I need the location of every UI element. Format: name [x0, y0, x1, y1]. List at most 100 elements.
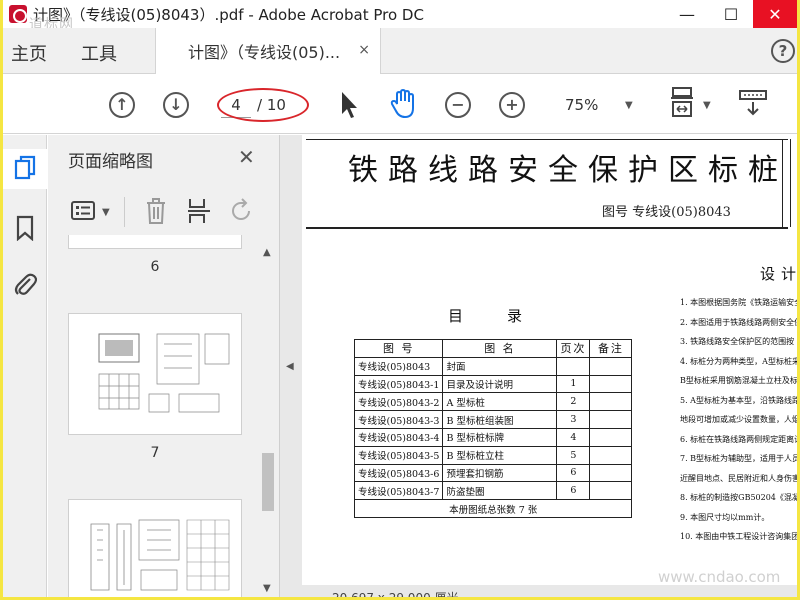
note-line: 地段可增加或减少设置数量，人烟: [680, 415, 797, 424]
thumbnail-list: 6 7: [48, 235, 280, 597]
table-cell: 目录及设计说明: [442, 374, 558, 394]
options-menu-icon[interactable]: [70, 199, 98, 223]
insert-page-icon[interactable]: [186, 197, 212, 225]
thumbnail-page-number: 6: [150, 259, 160, 275]
title-block-bottom-border: [306, 227, 788, 229]
previous-page-icon[interactable]: ↑: [109, 92, 135, 118]
note-line: 4. 标桩分为两种类型，A型标桩采用: [680, 356, 797, 366]
table-cell: [589, 374, 633, 394]
table-cell: [589, 410, 633, 429]
drawing-number: 图号 专线设(05)8043: [602, 205, 731, 220]
table-header-row: 图 号 图 名 页次 备注: [353, 339, 633, 358]
panel-title: 页面缩略图: [68, 152, 153, 172]
thumbnail-scrollbar[interactable]: ▲ ▼: [260, 243, 276, 597]
zoom-dropdown-chevron-icon[interactable]: ▼: [625, 100, 633, 111]
table-cell: B 型标桩标牌: [442, 427, 558, 447]
scroll-down-arrow-icon[interactable]: ▼: [263, 583, 271, 594]
panel-collapse-handle[interactable]: ◀: [280, 135, 302, 597]
thumbnail-page-8[interactable]: [68, 499, 242, 597]
options-chevron-down-icon[interactable]: ▼: [102, 207, 110, 218]
tab-home[interactable]: 主页: [11, 40, 47, 66]
toolbar-divider: [124, 197, 125, 227]
delete-trash-icon[interactable]: [144, 197, 168, 225]
title-block-divider: [782, 139, 783, 227]
note-line: B型标桩采用钢筋混凝土立柱及标: [680, 376, 797, 385]
title-block-side-cells: [790, 139, 797, 227]
navigation-rail: [3, 135, 47, 597]
table-footer-row: 本册图纸总张数 7 张: [353, 499, 633, 518]
table-cell: 专线设(05)8043-5: [353, 445, 444, 465]
acrobat-window: 计图》（专线设(05)8043）.pdf - Adobe Acrobat Pro…: [3, 0, 797, 597]
zoom-out-icon[interactable]: −: [445, 92, 471, 118]
column-header: 图 名: [442, 339, 558, 358]
note-line: 1. 本图根据国务院《铁路运输安全保: [680, 298, 797, 307]
table-cell: 5: [556, 445, 591, 465]
note-line: 10. 本图由中铁工程设计咨询集团有: [680, 532, 797, 541]
close-tab-icon[interactable]: ×: [358, 42, 370, 58]
contents-heading: 目录: [448, 307, 567, 325]
watermark-bottom: www.cndao.com: [658, 568, 781, 586]
collapse-left-arrow-icon[interactable]: ◀: [286, 361, 294, 372]
fit-dropdown-chevron-icon[interactable]: ▼: [703, 100, 711, 111]
attachments-paperclip-icon[interactable]: [13, 271, 37, 297]
table-row: 专线设(05)8043-5 B 型标桩立柱 5: [353, 445, 633, 465]
thumbnail-page-6[interactable]: [68, 235, 242, 249]
help-icon[interactable]: ?: [771, 39, 795, 63]
table-cell: 6: [556, 481, 591, 501]
zoom-level[interactable]: 75%: [565, 96, 598, 114]
note-line: 3. 铁路线路安全保护区的范围按《铁: [680, 337, 797, 346]
table-cell: 专线设(05)8043-4: [353, 427, 444, 447]
rotate-icon[interactable]: [228, 197, 254, 225]
fit-page-icon[interactable]: [669, 86, 697, 122]
zoom-in-icon[interactable]: +: [499, 92, 525, 118]
next-page-icon[interactable]: ↓: [163, 92, 189, 118]
table-row: 专线设(05)8043-1 目录及设计说明 1: [353, 374, 633, 394]
title-bar: 计图》（专线设(05)8043）.pdf - Adobe Acrobat Pro…: [3, 0, 797, 33]
table-cell: 封面: [442, 356, 558, 376]
tab-tools[interactable]: 工具: [81, 40, 117, 66]
table-cell: 专线设(05)8043-2: [353, 392, 444, 412]
note-line: 2. 本图适用于铁路线路两侧安全保护: [680, 317, 797, 327]
thumbnail-page-7[interactable]: [68, 313, 242, 435]
thumbnails-panel: 页面缩略图 ✕ ▼ 6 7 ▲ ▼: [48, 135, 280, 597]
close-panel-icon[interactable]: ✕: [238, 145, 255, 169]
document-tab-label: 计图》（专线设(05)...: [188, 43, 341, 62]
window-controls: — ☐ ✕: [665, 0, 797, 28]
read-mode-icon[interactable]: [737, 88, 769, 118]
thumbnail-preview-drawing: [98, 333, 230, 413]
table-cell: [589, 392, 633, 412]
note-line: 9. 本图尺寸均以mm计。: [680, 512, 770, 522]
page-thumbnails-icon[interactable]: [13, 155, 37, 181]
note-line: 5. A型标桩为基本型，沿铁路线路安: [680, 395, 797, 405]
bookmarks-icon[interactable]: [13, 215, 37, 241]
thumbnail-page-number: 7: [150, 445, 160, 461]
red-annotation-ellipse: [217, 88, 309, 122]
close-window-button[interactable]: ✕: [753, 0, 797, 28]
table-cell: [589, 427, 633, 447]
table-cell: A 型标桩: [442, 392, 558, 412]
table-cell: [556, 356, 591, 376]
minimize-button[interactable]: —: [665, 0, 709, 28]
tab-bar: 主页 工具 计图》（专线设(05)... × ?: [3, 28, 797, 74]
table-cell: 4: [556, 427, 591, 447]
design-notes: 1. 本图根据国务院《铁路运输安全保 2. 本图适用于铁路线路两侧安全保护 3.…: [680, 293, 797, 547]
table-cell: 预埋套扣钢筋: [442, 463, 558, 483]
table-row: 专线设(05)8043-2 A 型标桩 2: [353, 392, 633, 412]
table-cell: B 型标桩立柱: [442, 445, 558, 465]
hand-tool-icon[interactable]: [389, 88, 421, 120]
table-cell: [589, 463, 633, 483]
document-view[interactable]: 铁路线路安全保护区标桩 图号 专线设(05)8043 设计 目录 图 号 图 名…: [302, 135, 797, 597]
design-heading: 设计: [760, 265, 797, 283]
note-line: 8. 标桩的制造按GB50204《混凝土结: [680, 493, 797, 502]
tab-document[interactable]: 计图》（专线设(05)... ×: [155, 28, 381, 74]
contents-table: 图 号 图 名 页次 备注 专线设(05)8043 封面 专线设(05)8043…: [353, 339, 633, 518]
select-arrow-icon[interactable]: [339, 90, 359, 120]
table-cell: [589, 481, 633, 501]
table-row: 专线设(05)8043-3 B 型标桩组装图 3: [353, 410, 633, 429]
maximize-button[interactable]: ☐: [709, 0, 753, 28]
scroll-up-arrow-icon[interactable]: ▲: [263, 247, 271, 258]
table-cell: 6: [556, 463, 591, 483]
window-title: 计图》（专线设(05)8043）.pdf - Adobe Acrobat Pro…: [33, 5, 424, 24]
scrollbar-thumb[interactable]: [262, 453, 274, 511]
table-cell: B 型标桩组装图: [442, 410, 558, 429]
